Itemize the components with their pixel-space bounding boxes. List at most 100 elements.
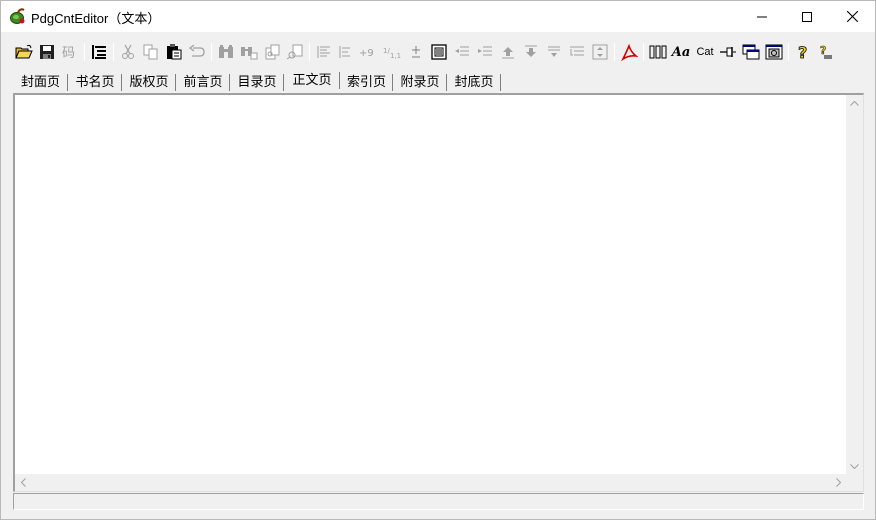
minimize-button[interactable]	[739, 1, 785, 32]
preview-button[interactable]	[763, 41, 785, 63]
svg-text:?: ?	[820, 44, 826, 57]
tab-cover[interactable]: 封面页	[13, 72, 68, 93]
undo-button[interactable]	[186, 41, 208, 63]
cut-button[interactable]	[117, 41, 139, 63]
svg-text:+9: +9	[359, 48, 374, 59]
scroll-left-button[interactable]	[15, 474, 32, 491]
page-button[interactable]	[428, 41, 450, 63]
help-button[interactable]: ?	[792, 41, 814, 63]
save-button[interactable]	[36, 41, 58, 63]
chevron-down-icon	[850, 464, 859, 469]
outline-button[interactable]	[88, 41, 110, 63]
align-left-icon	[317, 46, 330, 58]
move-down-icon	[525, 45, 537, 57]
indent-button[interactable]	[474, 41, 496, 63]
open-button[interactable]	[13, 41, 35, 63]
outdent-button[interactable]	[451, 41, 473, 63]
copy-button[interactable]	[140, 41, 162, 63]
paste-button[interactable]	[163, 41, 185, 63]
plus-minus-icon	[412, 46, 420, 58]
close-button[interactable]	[829, 1, 875, 32]
help-icon: ?	[798, 43, 808, 61]
scroll-corner	[846, 474, 863, 491]
tab-appendix[interactable]: 附录页	[393, 72, 447, 93]
expand-button[interactable]	[589, 41, 611, 63]
vertical-scrollbar[interactable]	[846, 95, 863, 475]
maximize-button[interactable]	[784, 1, 830, 32]
toolbar-separator	[643, 43, 644, 61]
plus-minus-button[interactable]	[405, 41, 427, 63]
toolbar-separator	[211, 43, 212, 61]
move-up-icon	[502, 47, 514, 59]
find-next-button[interactable]	[261, 41, 283, 63]
insert-number-button[interactable]: +9	[357, 41, 379, 63]
align-left-button[interactable]	[313, 41, 335, 63]
font-button[interactable]: Aa	[670, 41, 692, 63]
app-window: PdgCntEditor（文本） 码 +9 1/ 1,1 Aa Cat ? ? …	[0, 0, 876, 520]
code-icon: 码	[62, 46, 75, 60]
scroll-right-button[interactable]	[830, 474, 847, 491]
tab-label: 封底页	[454, 74, 494, 89]
tab-label: 前言页	[183, 74, 223, 89]
tab-label: 索引页	[346, 74, 386, 89]
toolbar-separator	[614, 43, 615, 61]
window-button[interactable]	[740, 41, 762, 63]
cut-icon	[122, 44, 134, 59]
tab-label: 正文页	[292, 72, 332, 87]
toolbar: 码 +9 1/ 1,1 Aa Cat ? ?	[1, 39, 875, 67]
tab-label: 版权页	[129, 74, 169, 89]
font-icon: Aa	[671, 44, 691, 60]
renumber-icon: 1/ 1,1	[383, 47, 401, 59]
align-indent-button[interactable]	[334, 41, 356, 63]
indent-icon	[478, 46, 492, 56]
move-up-button[interactable]	[497, 41, 519, 63]
scroll-down-button[interactable]	[846, 458, 863, 475]
svg-text:码: 码	[62, 46, 75, 60]
pdf-icon	[621, 43, 638, 61]
expand-icon	[592, 44, 608, 60]
text-editor[interactable]	[13, 93, 864, 492]
paste-icon	[167, 44, 182, 60]
move-down-button[interactable]	[520, 41, 542, 63]
level-up-icon	[548, 46, 560, 57]
tab-body[interactable]: 正文页	[284, 70, 340, 93]
preview-icon	[765, 44, 783, 60]
page-icon	[431, 44, 447, 60]
pdf-button[interactable]	[618, 41, 640, 63]
cat-button[interactable]: Cat	[693, 41, 717, 63]
level-down-button[interactable]	[566, 41, 588, 63]
find-next-icon	[265, 44, 280, 60]
toolbar-separator	[113, 43, 114, 61]
window-title: PdgCntEditor（文本）	[31, 11, 161, 26]
level-up-button[interactable]	[543, 41, 565, 63]
pin-button[interactable]	[717, 41, 739, 63]
tab-label: 封面页	[20, 74, 60, 89]
tab-contents[interactable]: 目录页	[230, 72, 284, 93]
replace-button[interactable]	[238, 41, 260, 63]
tab-title-page[interactable]: 书名页	[68, 72, 122, 93]
title-bar[interactable]: PdgCntEditor（文本）	[1, 1, 875, 32]
tab-preface[interactable]: 前言页	[176, 72, 230, 93]
cat-icon: Cat	[696, 46, 714, 58]
tab-copyright[interactable]: 版权页	[122, 72, 176, 93]
columns-button[interactable]	[647, 41, 669, 63]
app-logo-icon	[9, 8, 26, 25]
toolbar-separator	[788, 43, 789, 61]
tab-back-cover[interactable]: 封底页	[447, 72, 501, 93]
find-button[interactable]	[215, 41, 237, 63]
chevron-up-icon	[850, 101, 859, 106]
scroll-up-button[interactable]	[846, 95, 863, 112]
tab-label: 目录页	[237, 74, 277, 89]
undo-icon	[189, 45, 205, 57]
binoculars-icon	[219, 45, 233, 58]
horizontal-scrollbar[interactable]	[15, 474, 847, 491]
outdent-icon	[455, 46, 469, 56]
context-help-button[interactable]: ?	[815, 41, 837, 63]
columns-icon	[649, 45, 667, 59]
renumber-button[interactable]: 1/ 1,1	[381, 41, 403, 63]
chevron-right-icon	[836, 478, 841, 487]
tab-index[interactable]: 索引页	[340, 72, 393, 93]
encoding-button[interactable]: 码	[59, 41, 81, 63]
maximize-icon	[802, 11, 812, 22]
find-prev-button[interactable]	[284, 41, 306, 63]
